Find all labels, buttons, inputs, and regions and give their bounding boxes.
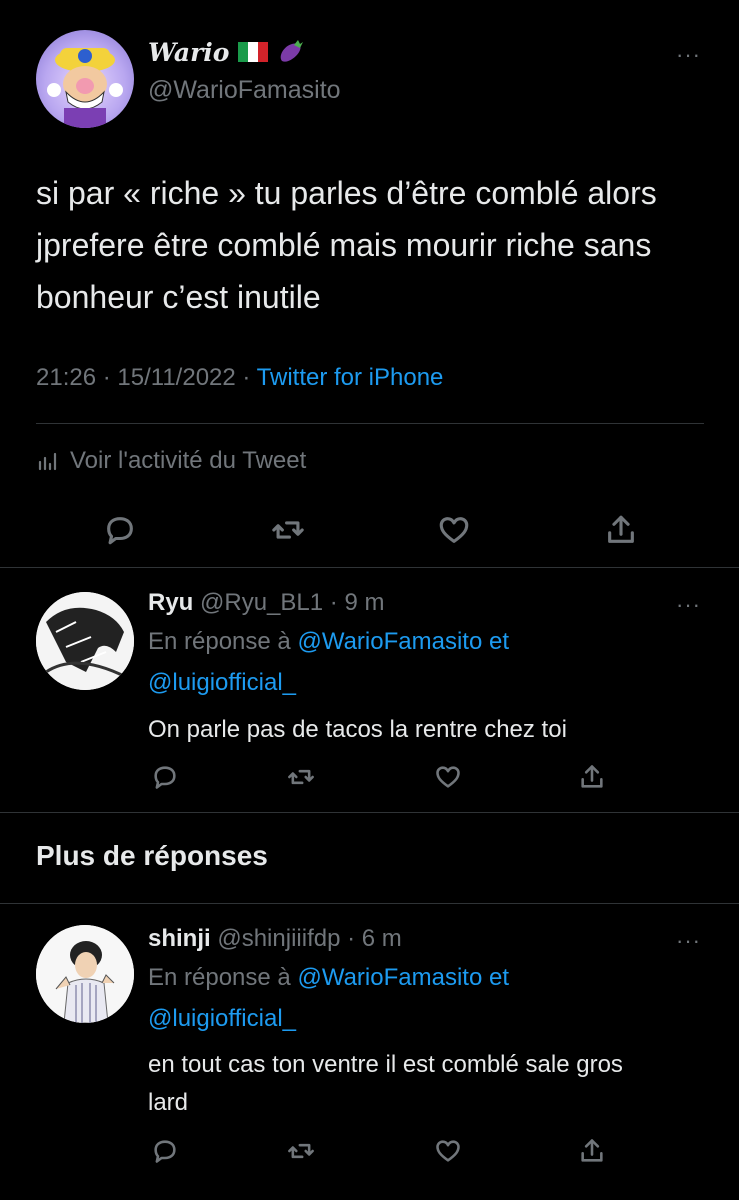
author-display-name[interactable]: Wario <box>148 38 229 67</box>
reply-author-name[interactable]: shinji <box>148 925 211 952</box>
reply-author-handle[interactable]: @Ryu_BL1 <box>200 589 323 616</box>
tweet-activity-label: Voir l'activité du Tweet <box>70 447 307 474</box>
avatar-wario[interactable] <box>36 30 134 128</box>
more-options-icon[interactable]: ··· <box>676 928 701 954</box>
divider <box>36 423 704 424</box>
eggplant-icon <box>276 36 306 71</box>
divider <box>0 567 739 568</box>
in-reply-to: En réponse à @WarioFamasito et <box>148 628 509 656</box>
meta-separator: · <box>102 364 111 391</box>
more-options-icon[interactable]: ··· <box>676 592 701 618</box>
divider <box>0 812 739 813</box>
avatar-ryu[interactable] <box>36 592 134 690</box>
wario-avatar-icon <box>47 48 123 128</box>
tweet-time: 21:26 <box>36 364 97 391</box>
reply-header: Ryu @Ryu_BL1 · 9 m <box>148 589 384 617</box>
share-icon[interactable] <box>578 1137 606 1165</box>
retweet-icon[interactable] <box>287 1137 315 1165</box>
reply-author-name[interactable]: Ryu <box>148 589 193 616</box>
mention-link[interactable]: @luigiofficial_ <box>148 1005 296 1033</box>
reply-icon[interactable] <box>151 763 179 791</box>
manga-avatar-icon <box>36 592 134 690</box>
tweet-meta: 21:26 · 15/11/2022 · Twitter for iPhone <box>36 364 443 392</box>
reply-author-handle[interactable]: @shinjiiifdp <box>217 925 340 952</box>
avatar-shinji[interactable] <box>36 925 134 1023</box>
share-icon[interactable] <box>604 513 638 547</box>
divider <box>0 903 739 904</box>
more-options-icon[interactable]: ··· <box>676 42 701 68</box>
italy-flag-icon <box>238 42 268 62</box>
mention-link[interactable]: @WarioFamasito <box>297 964 482 991</box>
share-icon[interactable] <box>578 763 606 791</box>
meta-separator: · <box>329 589 338 616</box>
tweet-source-link[interactable]: Twitter for iPhone <box>257 364 444 391</box>
in-reply-prefix: En réponse à <box>148 628 291 655</box>
reply-icon[interactable] <box>151 1137 179 1165</box>
like-icon[interactable] <box>434 763 462 791</box>
in-reply-and[interactable]: et <box>489 628 509 655</box>
analytics-icon <box>38 452 57 471</box>
tweet-activity-link[interactable]: Voir l'activité du Tweet <box>36 447 306 475</box>
in-reply-to: En réponse à @WarioFamasito et <box>148 964 509 992</box>
reply-text: en tout cas ton ventre il est comblé sal… <box>148 1051 623 1116</box>
mention-link[interactable]: @luigiofficial_ <box>148 669 296 697</box>
reply-header: shinji @shinjiiifdp · 6 m <box>148 925 402 953</box>
like-icon[interactable] <box>434 1137 462 1165</box>
retweet-icon[interactable] <box>287 763 315 791</box>
reply-text: On parle pas de tacos la rentre chez toi <box>148 716 567 743</box>
anime-avatar-icon <box>36 925 134 1023</box>
in-reply-and[interactable]: et <box>489 964 509 991</box>
tweet-date: 15/11/2022 <box>117 364 236 391</box>
in-reply-prefix: En réponse à <box>148 964 291 991</box>
tweet-text: si par « riche » tu parles d’être comblé… <box>36 175 657 315</box>
reply-time: 9 m <box>344 589 385 616</box>
reply-time: 6 m <box>361 925 402 952</box>
like-icon[interactable] <box>437 513 471 547</box>
meta-separator: · <box>242 364 251 391</box>
reply-icon[interactable] <box>103 513 137 547</box>
retweet-icon[interactable] <box>271 513 305 547</box>
mention-link[interactable]: @WarioFamasito <box>297 628 482 655</box>
more-replies-title: Plus de réponses <box>36 840 268 871</box>
author-handle[interactable]: @WarioFamasito <box>148 76 341 105</box>
meta-separator: · <box>347 925 356 952</box>
